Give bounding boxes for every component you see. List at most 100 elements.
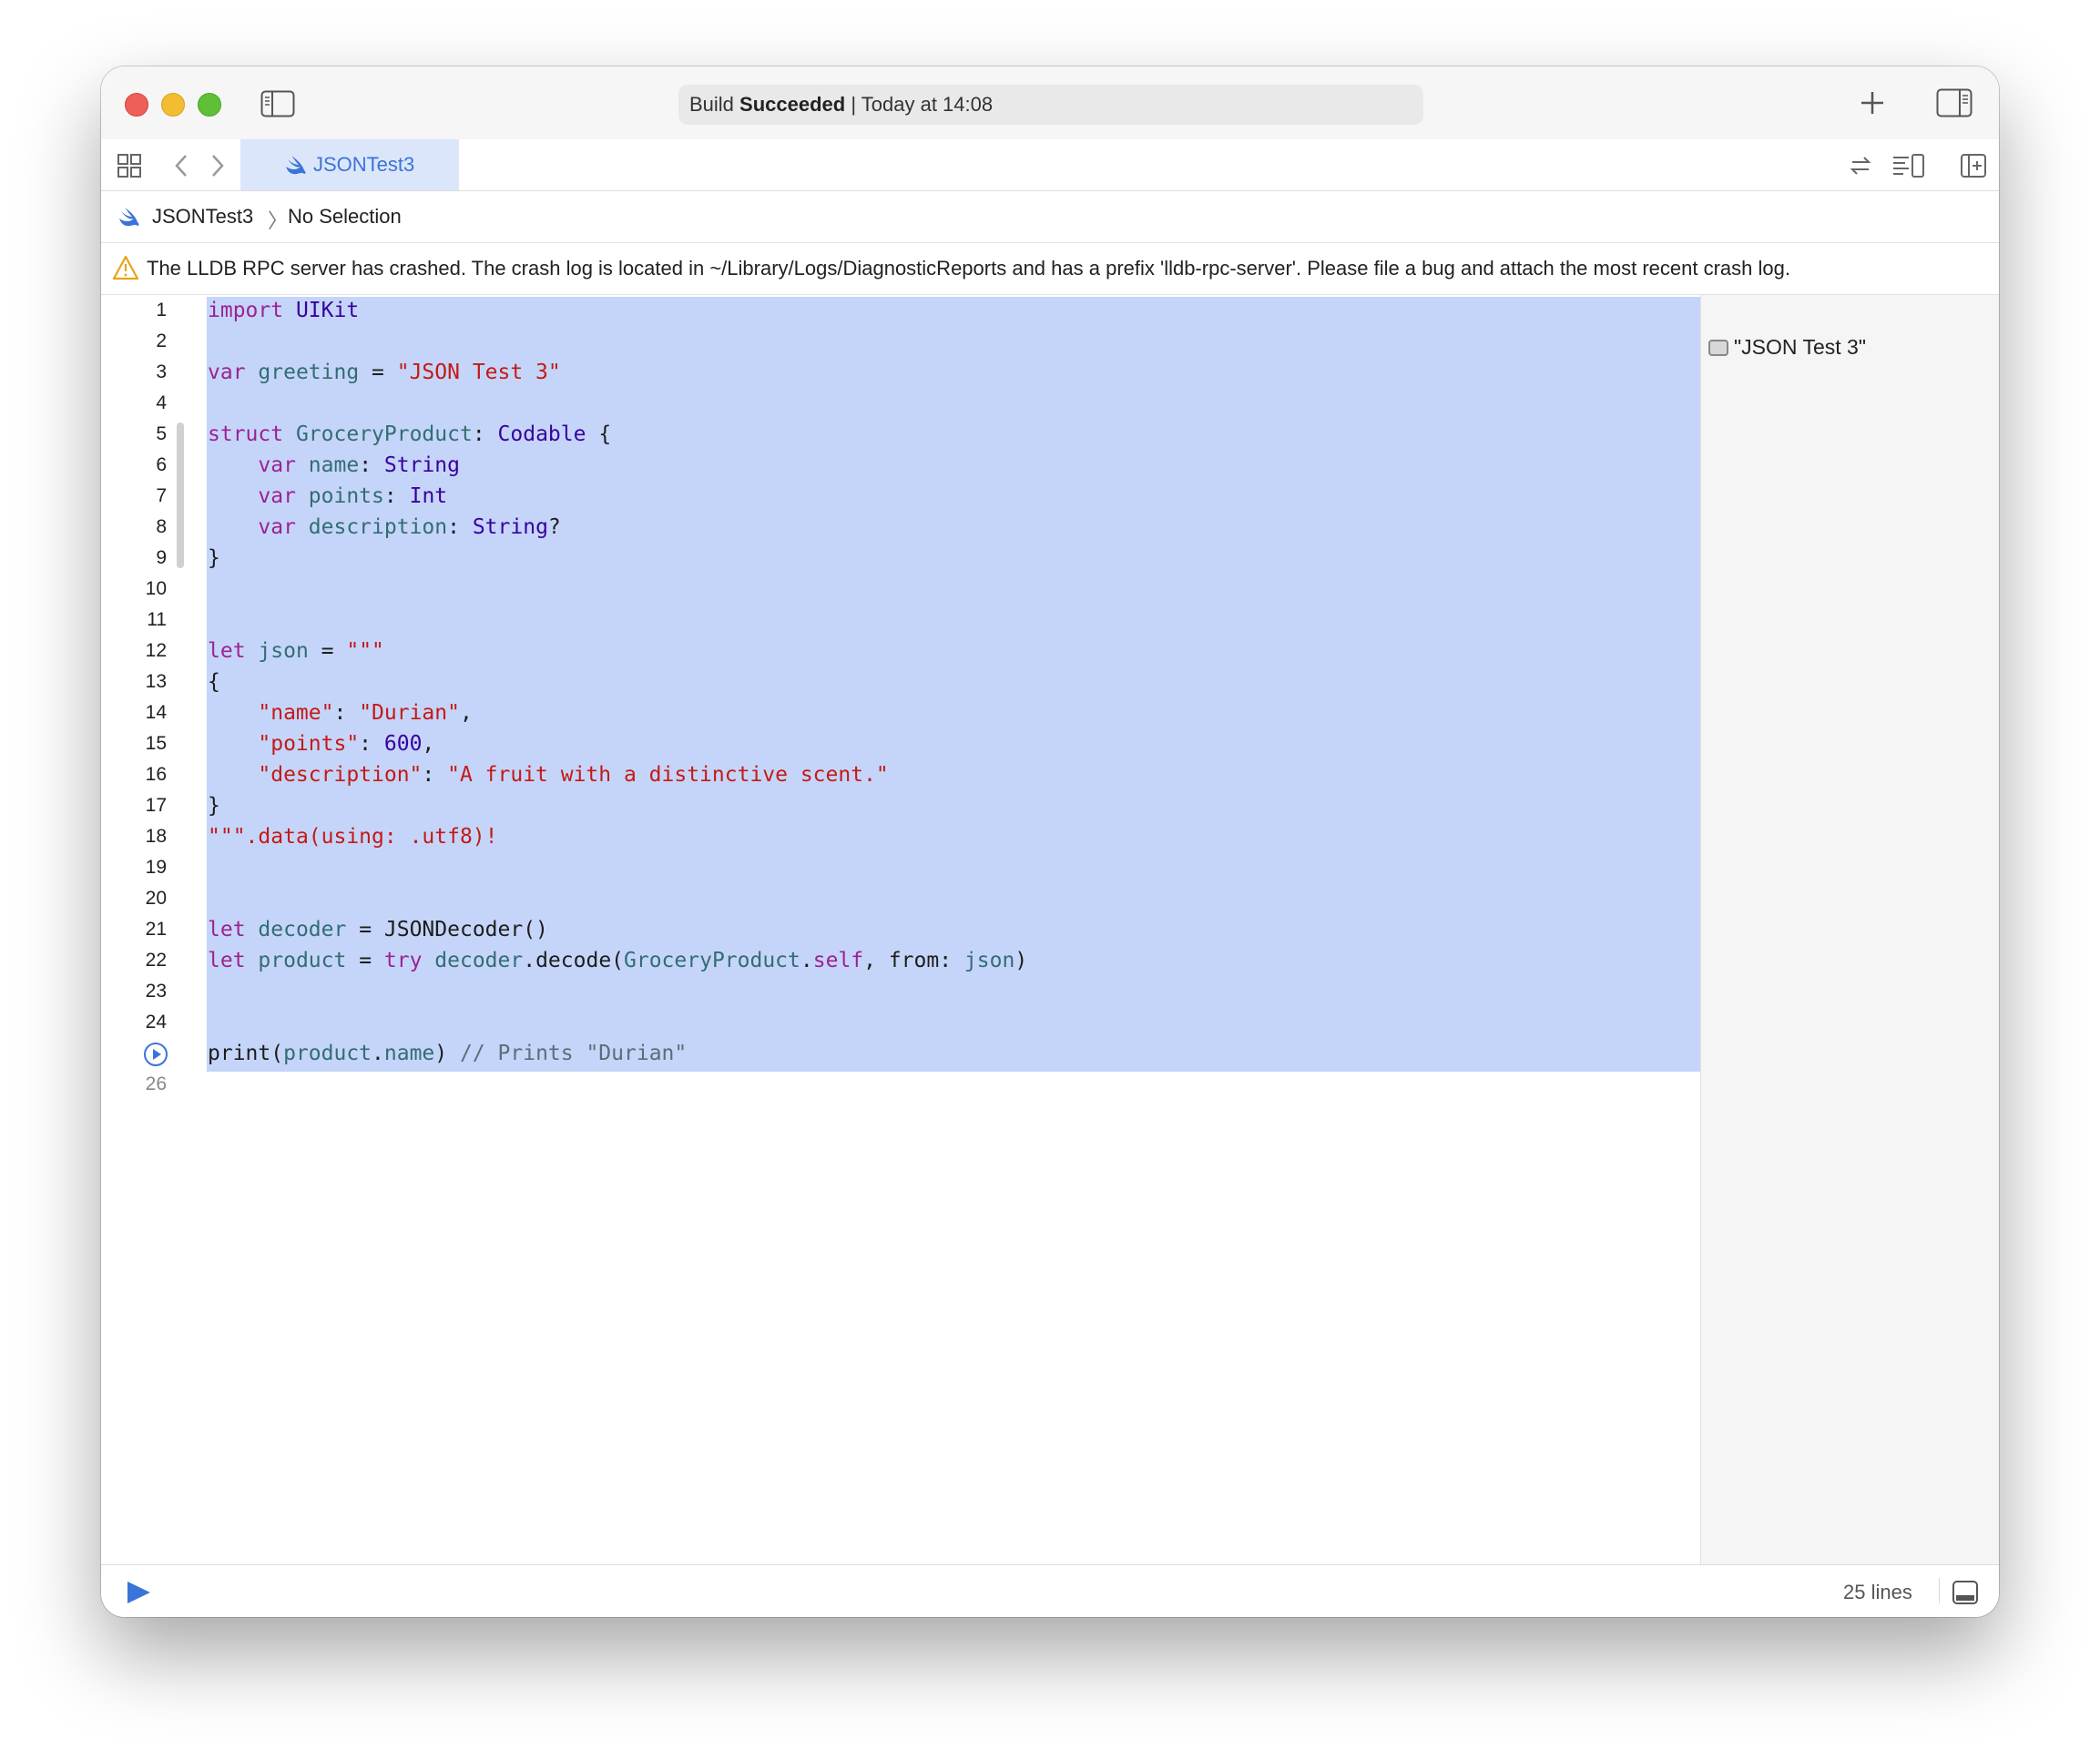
- close-button[interactable]: [125, 93, 148, 117]
- tab-jsontest3[interactable]: JSONTest3: [240, 139, 459, 190]
- line-number: 20: [145, 888, 167, 909]
- line-number: 7: [156, 485, 167, 506]
- line-number: 18: [145, 826, 167, 847]
- code-line: 22 let product = try decoder.decode(Groc…: [101, 945, 1700, 976]
- jump-bar: JSONTest3 〉 No Selection: [101, 191, 1999, 243]
- code-line: 3 var greeting = "JSON Test 3": [101, 357, 1700, 388]
- sidebar-toggle-icon[interactable]: [260, 90, 295, 117]
- code-line: 9 }: [101, 543, 1700, 574]
- line-number: 24: [145, 1012, 167, 1033]
- code-text[interactable]: }: [208, 790, 220, 821]
- line-number: 4: [156, 392, 167, 413]
- chevron-right-icon[interactable]: [203, 152, 230, 179]
- line-number: 13: [145, 671, 167, 692]
- build-status-prefix: Build: [689, 93, 740, 116]
- chevron-left-icon[interactable]: [168, 152, 196, 179]
- zoom-button[interactable]: [198, 93, 221, 117]
- code-text[interactable]: }: [208, 543, 220, 574]
- code-text[interactable]: struct GroceryProduct: Codable {: [208, 419, 611, 450]
- lines-count: 25 lines: [1843, 1581, 1912, 1603]
- code-text[interactable]: var greeting = "JSON Test 3": [208, 357, 561, 388]
- jump-bar-selection[interactable]: No Selection: [288, 205, 402, 229]
- code-text[interactable]: var points: Int: [208, 481, 447, 512]
- titlebar: Build Succeeded | Today at 14:08: [101, 66, 1999, 140]
- warning-text: The LLDB RPC server has crashed. The cra…: [147, 257, 1790, 280]
- line-number: 23: [145, 981, 167, 1002]
- code-line: 4: [101, 388, 1700, 419]
- result-value: "JSON Test 3": [1734, 335, 1867, 359]
- add-editor-icon[interactable]: [1960, 152, 1987, 179]
- minimap-icon[interactable]: [1891, 152, 1927, 179]
- code-line: 5 struct GroceryProduct: Codable {: [101, 419, 1700, 450]
- line-number: 1: [156, 300, 167, 320]
- code-text[interactable]: print(product.name) // Prints "Durian": [208, 1038, 687, 1069]
- code-line: 20: [101, 883, 1700, 914]
- line-number: 14: [145, 702, 167, 723]
- tab-bar: JSONTest3: [101, 139, 1999, 191]
- line-number: 15: [145, 733, 167, 754]
- code-line: print(product.name) // Prints "Durian": [101, 1038, 1700, 1069]
- line-number: 5: [156, 423, 167, 444]
- code-text[interactable]: var description: String?: [208, 512, 560, 543]
- tab-label: JSONTest3: [313, 153, 415, 176]
- code-editor[interactable]: 1 import UIKit 2 3 var greeting = "JSON …: [101, 295, 1700, 1564]
- code-text[interactable]: """.data(using: .utf8)!: [208, 821, 498, 852]
- line-number: 26: [145, 1073, 167, 1094]
- line-number: 9: [156, 547, 167, 568]
- inspector-toggle-icon[interactable]: [1936, 88, 1973, 117]
- code-text[interactable]: var name: String: [208, 450, 460, 481]
- code-line: 11: [101, 605, 1700, 636]
- line-number: 16: [145, 764, 167, 785]
- minimize-button[interactable]: [161, 93, 185, 117]
- result-quicklook-icon[interactable]: [1708, 340, 1728, 356]
- line-number: 8: [156, 516, 167, 537]
- code-line: 14 "name": "Durian",: [101, 697, 1700, 728]
- jump-bar-separator: 〉: [268, 209, 289, 232]
- line-number: 12: [145, 640, 167, 661]
- code-line: 16 "description": "A fruit with a distin…: [101, 759, 1700, 790]
- code-line: 17 }: [101, 790, 1700, 821]
- run-marker-icon[interactable]: [143, 1042, 168, 1067]
- play-icon[interactable]: [125, 1580, 152, 1605]
- grid-icon[interactable]: [116, 152, 143, 179]
- swift-icon: [286, 156, 306, 175]
- line-number: 6: [156, 454, 167, 475]
- plus-icon[interactable]: [1856, 86, 1889, 119]
- code-line: 15 "points": 600,: [101, 728, 1700, 759]
- code-text[interactable]: import UIKit: [208, 295, 359, 326]
- line-number: 19: [145, 857, 167, 878]
- code-text[interactable]: "points": 600,: [208, 728, 434, 759]
- code-line: 12 let json = """: [101, 636, 1700, 666]
- code-line: 21 let decoder = JSONDecoder(): [101, 914, 1700, 945]
- line-number: 3: [156, 361, 167, 382]
- code-line: 24: [101, 1007, 1700, 1038]
- code-line: 1 import UIKit: [101, 295, 1700, 326]
- console-toggle-icon[interactable]: [1952, 1579, 1979, 1606]
- code-text[interactable]: let product = try decoder.decode(Grocery…: [208, 945, 1027, 976]
- jump-bar-file[interactable]: JSONTest3: [152, 205, 253, 229]
- code-text[interactable]: let json = """: [208, 636, 384, 666]
- line-number: 10: [145, 578, 167, 599]
- code-text[interactable]: "name": "Durian",: [208, 697, 472, 728]
- line-number: 11: [147, 609, 167, 630]
- code-line: 6 var name: String: [101, 450, 1700, 481]
- code-line: 7 var points: Int: [101, 481, 1700, 512]
- code-line: 2: [101, 326, 1700, 357]
- divider: [1939, 1578, 1940, 1603]
- swap-icon[interactable]: [1847, 152, 1874, 179]
- code-line: 13 {: [101, 666, 1700, 697]
- warning-icon: [112, 255, 139, 280]
- code-text[interactable]: let decoder = JSONDecoder(): [208, 914, 548, 945]
- code-text[interactable]: {: [208, 666, 220, 697]
- line-number: 17: [145, 795, 167, 816]
- code-text[interactable]: "description": "A fruit with a distincti…: [208, 759, 888, 790]
- build-status-time: | Today at 14:08: [845, 93, 994, 116]
- code-line: 18 """.data(using: .utf8)!: [101, 821, 1700, 852]
- build-status-result: Succeeded: [739, 93, 846, 116]
- build-status: Build Succeeded | Today at 14:08: [678, 85, 1423, 125]
- code-line: 26: [101, 1069, 1700, 1100]
- xcode-window: Build Succeeded | Today at 14:08 JSONTes…: [101, 66, 1999, 1617]
- results-sidebar: "JSON Test 3": [1700, 295, 1999, 1564]
- result-greeting[interactable]: "JSON Test 3": [1708, 335, 1866, 360]
- code-line: 23: [101, 976, 1700, 1007]
